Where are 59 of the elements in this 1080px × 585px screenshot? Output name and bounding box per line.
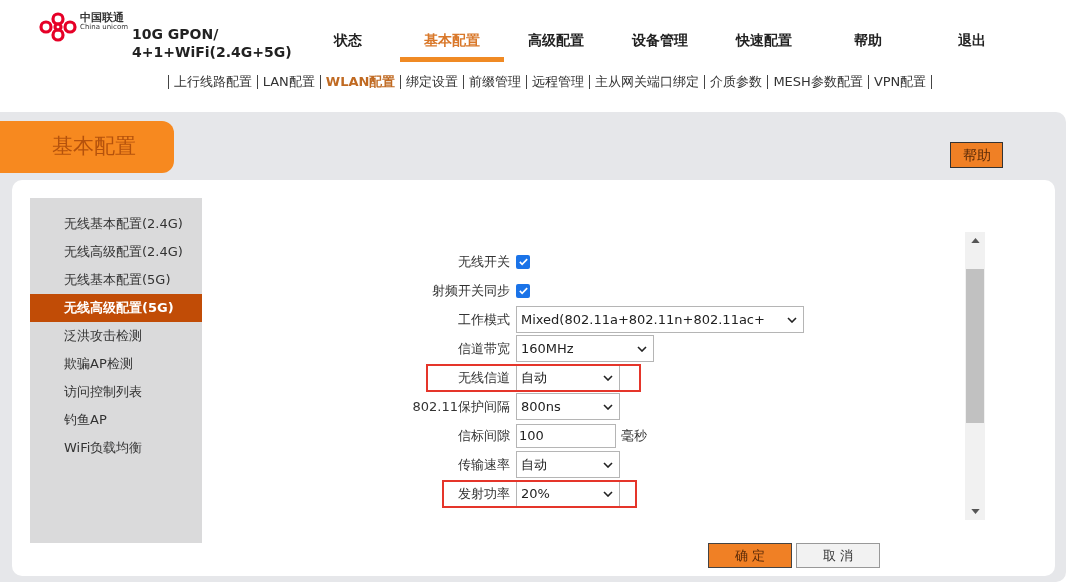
chevron-down-icon [603,490,613,497]
subnav-link[interactable]: 上行线路配置 [173,72,252,92]
checkbox[interactable] [516,283,530,298]
nav-tab[interactable]: 帮助 [816,30,920,62]
subnav-link[interactable]: WLAN配置 [325,72,396,92]
text-field[interactable]: 100 [516,423,616,448]
sidebar-item[interactable]: 欺骗AP检测 [30,350,202,378]
confirm-button[interactable]: 确 定 [708,543,792,568]
dropdown[interactable]: 800ns [516,393,620,420]
sidebar-item[interactable]: 无线基本配置(5G) [30,266,202,294]
chevron-down-icon [637,345,647,352]
nav-tab[interactable]: 退出 [920,30,1024,62]
sidebar-item[interactable]: 无线基本配置(2.4G) [30,210,202,238]
chevron-down-icon [603,461,613,468]
sidebar-item[interactable]: 无线高级配置(5G) [30,294,202,322]
sidebar-item[interactable]: 钓鱼AP [30,406,202,434]
field-label: 无线开关 [457,252,511,271]
unit-label: 毫秒 [621,426,647,445]
sidebar-item[interactable]: WiFi负载均衡 [30,434,202,462]
field-label: 射频开关同步 [431,281,511,300]
model-name: 4+1+WiFi(2.4G+5G) [132,43,292,61]
knot-logo-icon [38,12,78,42]
field-label: 发射功率 [457,484,511,503]
subnav-link[interactable]: 远程管理 [532,72,585,92]
subnav-link[interactable]: 介质参数 [710,72,763,92]
subnav-link[interactable]: 绑定设置 [406,72,459,92]
chevron-down-icon [787,316,797,323]
field-label: 信标间隙 [457,426,511,445]
subnav-link[interactable]: 主从网关端口绑定 [595,72,700,92]
brand-name: 中国联通 [80,12,124,23]
nav-tab[interactable]: 快速配置 [712,30,816,62]
scroll-up-icon[interactable] [970,238,980,243]
subnav-link[interactable]: 前缀管理 [469,72,522,92]
field-label: 传输速率 [457,455,511,474]
nav-tab[interactable]: 高级配置 [504,30,608,62]
field-label: 802.11保护间隔 [411,397,511,416]
sidebar-item[interactable]: 泛洪攻击检测 [30,322,202,350]
dropdown[interactable]: 160MHz [516,335,654,362]
chevron-down-icon [603,403,613,410]
subnav-link[interactable]: VPN配置 [873,72,927,92]
nav-tab[interactable]: 状态 [296,30,400,62]
scroll-down-icon[interactable] [970,509,980,514]
field-label: 无线信道 [457,368,511,387]
dropdown[interactable]: 自动 [516,451,620,478]
subnav-link[interactable]: LAN配置 [262,72,315,92]
nav-tab[interactable]: 设备管理 [608,30,712,62]
sidebar-item[interactable]: 访问控制列表 [30,378,202,406]
field-label: 信道带宽 [457,339,511,358]
chevron-down-icon [603,374,613,381]
dropdown[interactable]: Mixed(802.11a+802.11n+802.11ac+ [516,306,804,333]
model-name: 10G GPON/ [132,25,220,43]
checkbox[interactable] [516,254,530,269]
cancel-button[interactable]: 取 消 [796,543,880,568]
sidebar-item[interactable]: 无线高级配置(2.4G) [30,238,202,266]
field-label: 工作模式 [457,310,511,329]
scrollbar-thumb[interactable] [966,269,984,423]
subnav-link[interactable]: MESH参数配置 [773,72,863,92]
scrollbar[interactable] [965,232,985,520]
help-button[interactable]: 帮助 [950,142,1003,168]
